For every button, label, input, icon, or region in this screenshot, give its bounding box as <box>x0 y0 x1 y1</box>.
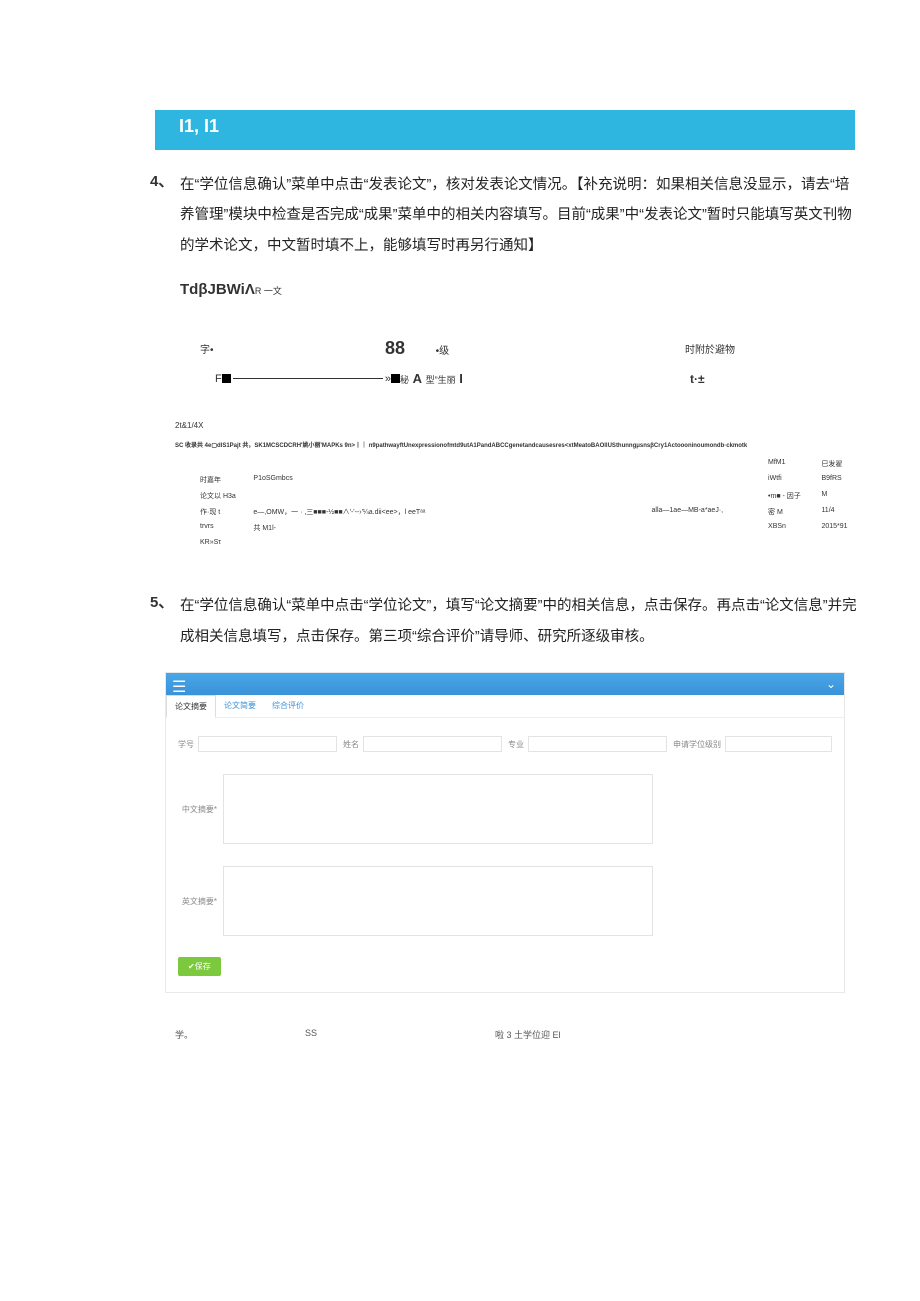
en-abstract-row: 英文摘要* <box>178 866 832 936</box>
section-4-number: 4、 <box>150 170 180 261</box>
menu-icon[interactable]: ☰ <box>172 677 186 697</box>
tiny-line-sc: SC 收录共 4e▢dlS1Pajt 共，SK1MCSCDCRH'姚小丽'MAP… <box>175 440 920 449</box>
section-5-number: 5、 <box>150 591 180 652</box>
cell: 共 M1l- <box>253 523 651 533</box>
bottom-info-row: 学。 SS 啦 3 土学位迎 El <box>175 1028 920 1041</box>
field-row: 学号 姓名 专业 申请学位级别 <box>178 736 832 752</box>
table-row: 时嘉年 P1oSGmbcs iWtfi B9fRS <box>200 475 870 485</box>
en-abstract-textarea[interactable] <box>223 866 653 936</box>
info-row-2: F » 秘 A 型”生丽 I t·± <box>215 371 920 386</box>
table-row: 论文以 H3a •m■ - 因子 M <box>200 491 870 501</box>
cell: 时嘉年 <box>200 475 253 485</box>
label-degree: 申请学位级别 <box>673 739 721 750</box>
cell: 密 M <box>768 507 821 517</box>
section-5-block: 5、 在“学位信息确认“菜单中点击“学位论文”，填写“论文摘要”中的相关信息，点… <box>150 591 860 652</box>
form-panel: ☰ ⌄ 论文摘要 论文简要 综合评价 学号 姓名 专业 申请学位级别 中文摘要*… <box>165 672 845 993</box>
table-row: 作·现 t e—,OMW，一 · ,三■■■-½■■∧'-'--›'¼a.dii… <box>200 507 870 517</box>
col-head-4: MfM1 <box>768 459 821 469</box>
label-name: 姓名 <box>343 739 359 750</box>
tab-review[interactable]: 综合评价 <box>264 695 312 717</box>
ocr-heading-main: TdβJBWiΛ <box>180 281 255 298</box>
bottom-c2: SS <box>305 1028 495 1041</box>
cell: 论文以 H3a <box>200 491 253 501</box>
paper-table: MfM1 巳发翟 时嘉年 P1oSGmbcs iWtfi B9fRS 论文以 H… <box>200 459 870 546</box>
cell: iWtfi <box>768 475 821 485</box>
cell: P1oSGmbcs <box>253 475 651 485</box>
info-row-1: 字• 88 •级 时附於避物 <box>200 338 920 359</box>
cell: KR»Sτ <box>200 539 255 546</box>
cell: •m■ - 因子 <box>768 491 821 501</box>
label-cn-abstract: 中文摘要* <box>178 804 223 815</box>
row2-right: t·± <box>690 372 705 386</box>
cell: e—,OMW，一 · ,三■■■-½■■∧'-'--›'¼a.dii<ee>，l… <box>253 507 651 517</box>
info-label-ji: •级 <box>436 346 450 357</box>
cell: M <box>821 491 870 501</box>
section-4-block: 4、 在“学位信息确认”菜单中点击“发表论文”，核对发表论文情况。【补充说明：如… <box>150 170 860 261</box>
ocr-heading-sub: R 一文 <box>255 286 282 296</box>
block-icon <box>391 374 400 383</box>
student-id-field[interactable] <box>198 736 337 752</box>
label-student-id: 学号 <box>178 739 194 750</box>
cell: B9fRS <box>821 475 870 485</box>
label-en-abstract: 英文摘要* <box>178 896 223 907</box>
info-value-88: 88 <box>385 338 405 358</box>
tab-abstract[interactable]: 论文摘要 <box>166 695 216 718</box>
cell: XBSn <box>768 523 821 533</box>
bottom-c1: 学。 <box>175 1028 305 1041</box>
major-field[interactable] <box>528 736 667 752</box>
cell: 11/4 <box>821 507 870 517</box>
section-banner: I1, I1 <box>155 110 855 150</box>
cell: 2015*91 <box>821 523 870 533</box>
bottom-c3: 啦 3 土学位迎 El <box>495 1028 561 1041</box>
tab-info[interactable]: 论文简要 <box>216 695 264 717</box>
secret-label: 秘 <box>400 375 409 385</box>
secret-bold: A <box>413 371 422 386</box>
row2-prefix: F <box>215 373 222 385</box>
table-row: trvrs 共 M1l- XBSn 2015*91 <box>200 523 870 533</box>
form-titlebar: ☰ ⌄ <box>166 673 844 695</box>
name-field[interactable] <box>363 736 502 752</box>
col-head-5: 巳发翟 <box>821 459 870 469</box>
save-button[interactable]: ✔保存 <box>178 957 221 976</box>
tiny-code: 2t&1/4X <box>175 421 920 430</box>
horizontal-line <box>233 378 383 379</box>
tabs: 论文摘要 论文简要 综合评价 <box>166 695 844 718</box>
section-4-text: 在“学位信息确认”菜单中点击“发表论文”，核对发表论文情况。【补充说明：如果相关… <box>180 170 860 261</box>
block-icon <box>222 374 231 383</box>
cn-abstract-textarea[interactable] <box>223 774 653 844</box>
info-label-zi: 字• <box>200 345 214 356</box>
info-label-right: 时附於避物 <box>685 341 735 356</box>
cell: alla—1ae—MB-a*aeJ·, <box>652 507 769 517</box>
cell: trvrs <box>200 523 253 533</box>
ocr-heading: TdβJBWiΛR 一文 <box>180 281 920 298</box>
secret-end: I <box>459 371 463 386</box>
table-row: KR»Sτ <box>200 539 870 546</box>
collapse-icon[interactable]: ⌄ <box>826 677 836 691</box>
secret-after: 型”生丽 <box>426 375 456 385</box>
degree-field[interactable] <box>725 736 832 752</box>
cell: 作·现 t <box>200 507 253 517</box>
label-major: 专业 <box>508 739 524 750</box>
section-5-text: 在“学位信息确认“菜单中点击“学位论文”，填写“论文摘要”中的相关信息，点击保存… <box>180 591 860 652</box>
cn-abstract-row: 中文摘要* <box>178 774 832 844</box>
